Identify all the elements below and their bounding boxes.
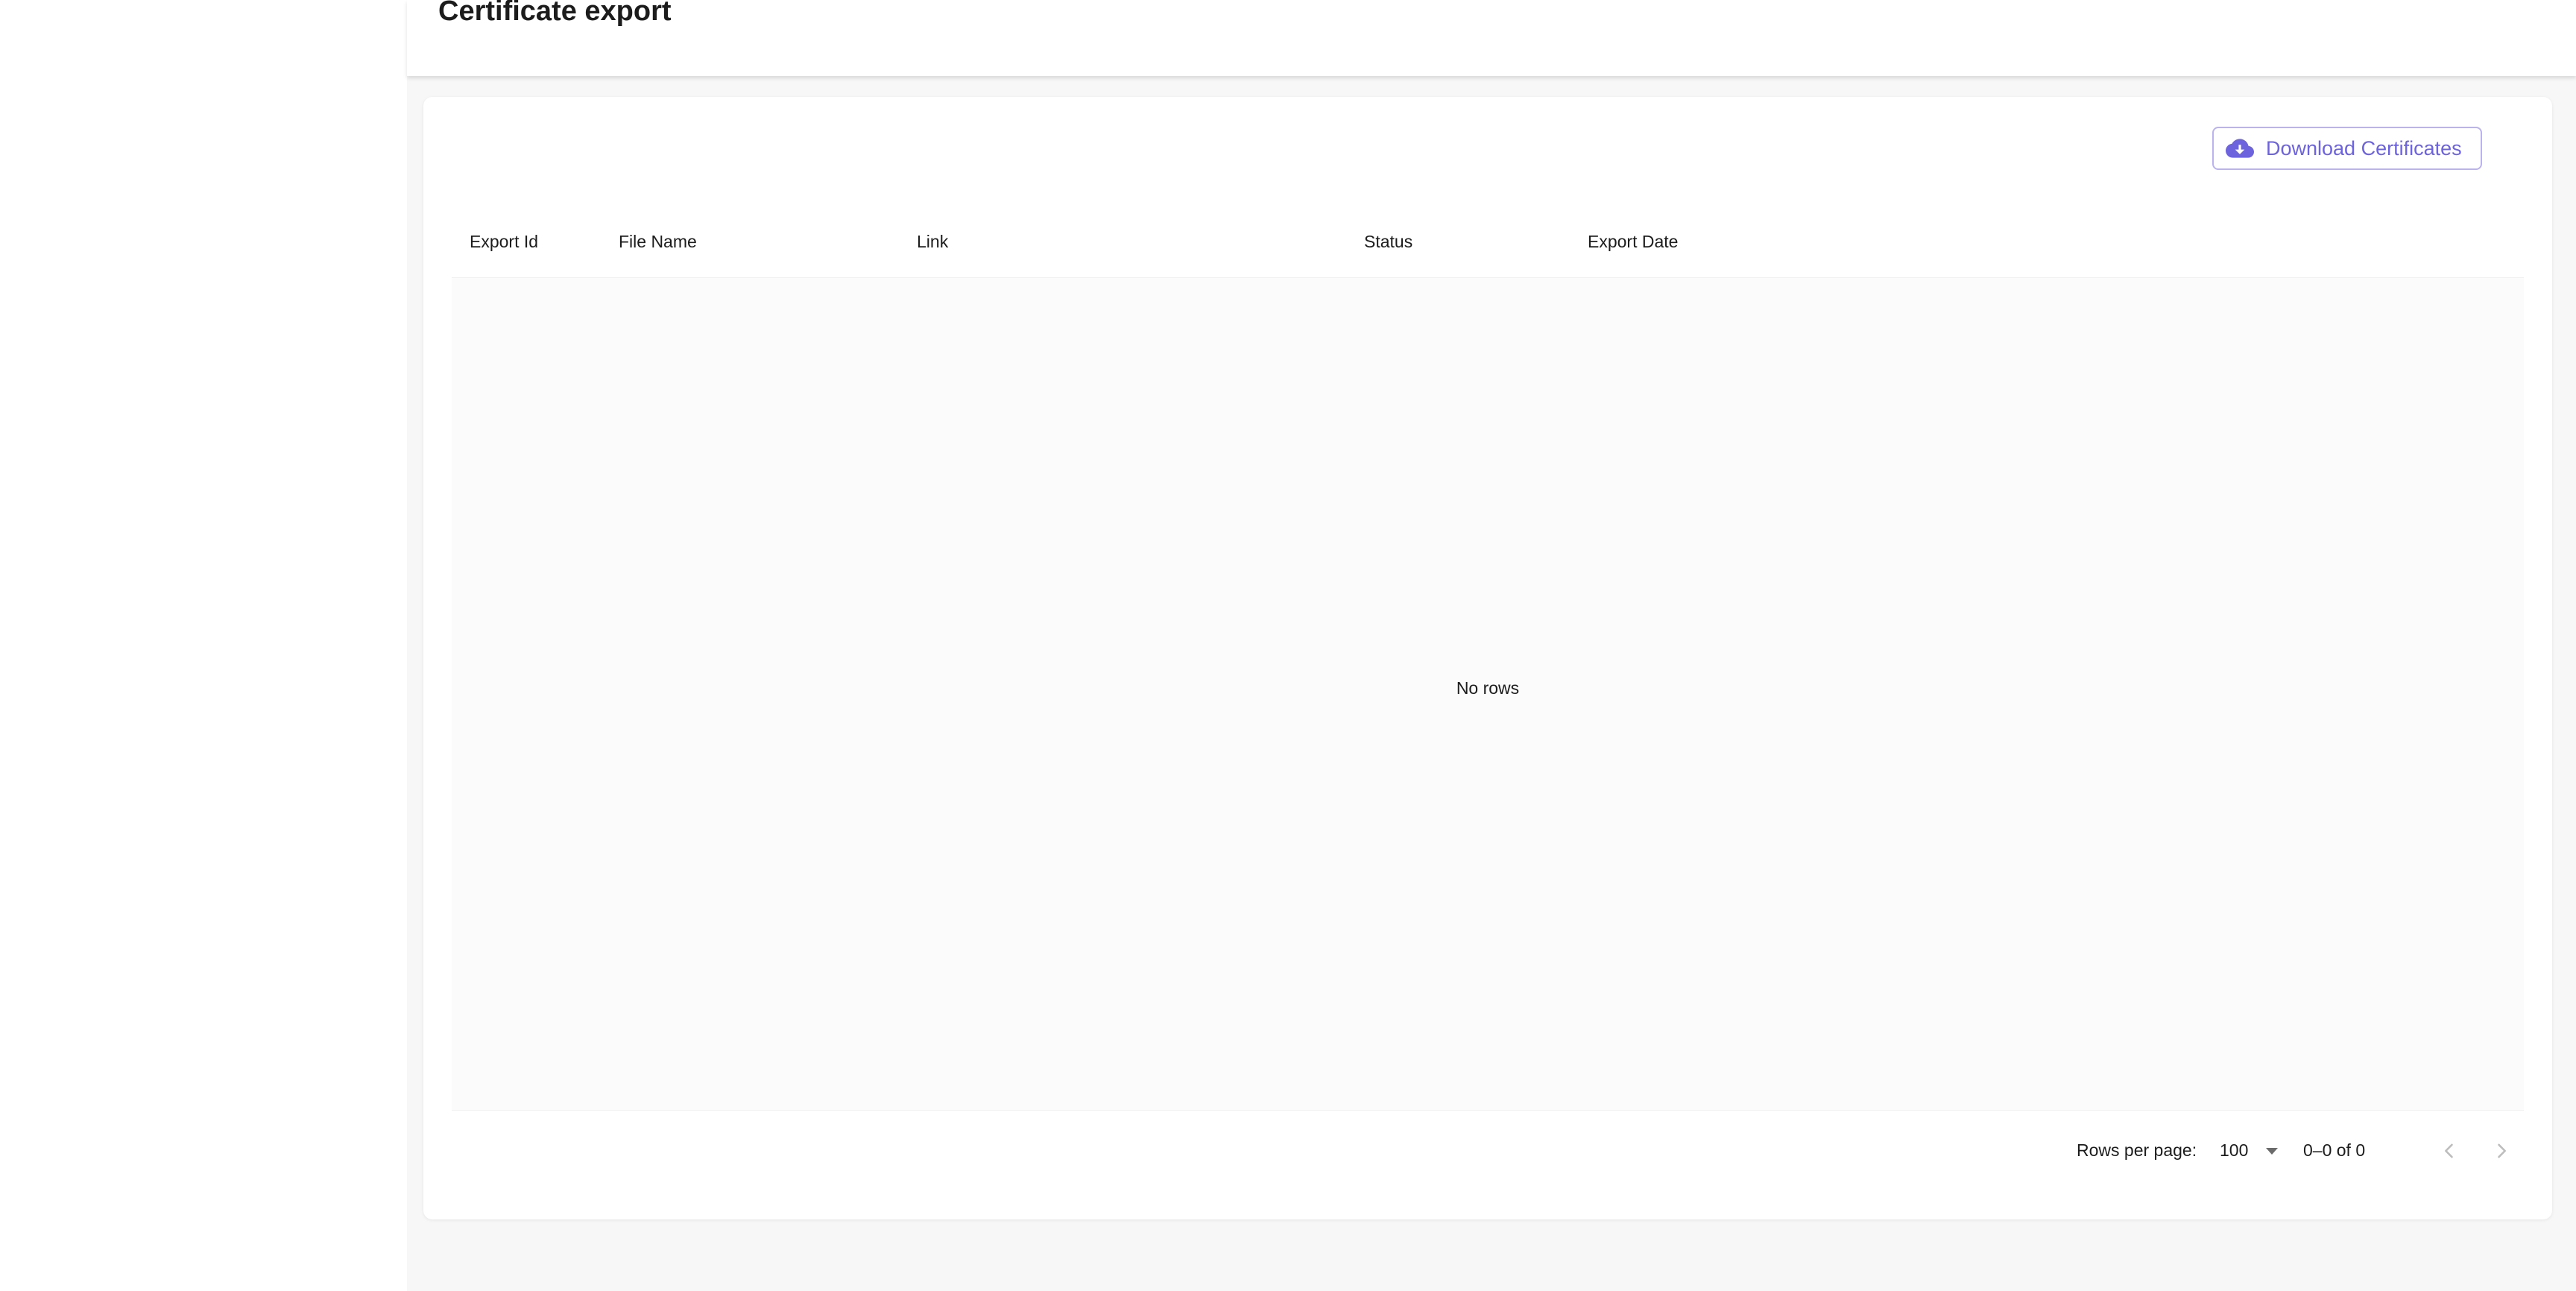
column-header-status[interactable]: Status — [1364, 206, 1412, 277]
page-range-text: 0–0 of 0 — [2303, 1140, 2366, 1160]
table-header: Export Id File Name Link Status Export D… — [452, 206, 2524, 277]
column-header-link[interactable]: Link — [917, 206, 948, 277]
column-header-export-date[interactable]: Export Date — [1588, 206, 1678, 277]
page-header: Certificate export — [407, 0, 2576, 76]
cloud-download-icon — [2226, 139, 2254, 158]
exports-table: Export Id File Name Link Status Export D… — [452, 206, 2524, 1210]
export-card: Download Certificates Export Id File Nam… — [423, 97, 2552, 1219]
download-certificates-label: Download Certificates — [2266, 136, 2462, 160]
sidebar — [0, 0, 407, 1291]
page-title: Certificate export — [438, 0, 672, 27]
rows-per-page-label: Rows per page: — [2077, 1140, 2197, 1160]
main-content: Certificate export Download Certificates… — [407, 0, 2576, 1291]
chevron-right-icon — [2498, 1143, 2506, 1158]
chevron-left-icon — [2445, 1143, 2453, 1158]
previous-page-button[interactable] — [2430, 1131, 2469, 1170]
caret-down-icon — [2266, 1148, 2278, 1155]
column-header-file-name[interactable]: File Name — [619, 206, 697, 277]
rows-per-page-value: 100 — [2220, 1140, 2249, 1160]
table-body: No rows — [452, 277, 2524, 1111]
next-page-button[interactable] — [2482, 1131, 2521, 1170]
column-header-export-id[interactable]: Export Id — [470, 206, 538, 277]
download-certificates-button[interactable]: Download Certificates — [2212, 127, 2482, 170]
empty-state-text: No rows — [1456, 678, 1520, 698]
table-pagination: Rows per page: 100 0–0 of 0 — [452, 1109, 2524, 1210]
rows-per-page-select[interactable]: 100 — [2220, 1136, 2282, 1166]
